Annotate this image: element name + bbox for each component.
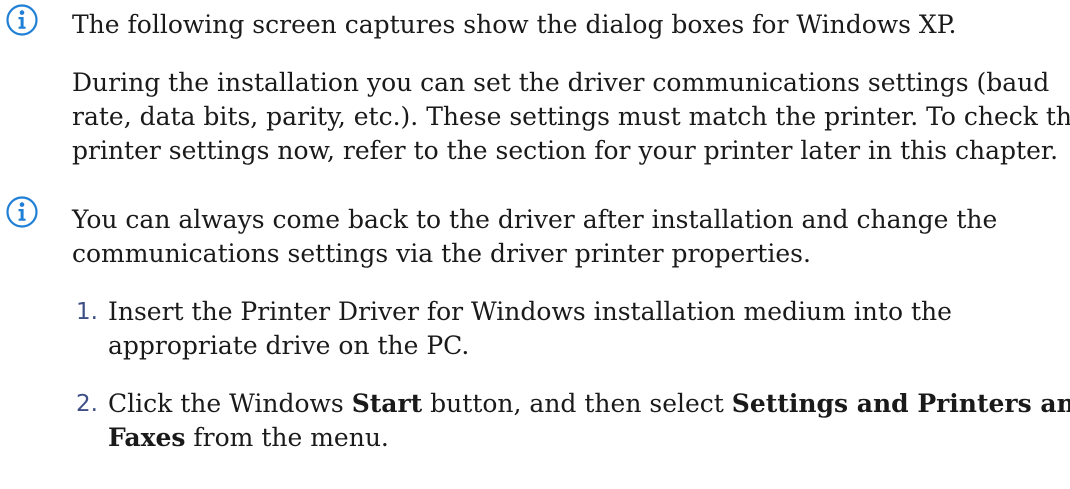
note-text: communications settings via the driver p… [72, 239, 811, 268]
note-text: The following screen captures show the d… [72, 10, 957, 39]
paragraph-line: During the installation you can set the … [72, 68, 1050, 97]
faxes-keyword: Faxes [108, 423, 186, 452]
start-keyword: Start [351, 389, 423, 418]
note-text: You can always come back to the driver a… [72, 205, 998, 234]
paragraph-line: rate, data bits, parity, etc.). These se… [72, 102, 1070, 131]
info-icon [6, 196, 38, 228]
info-icon [6, 4, 38, 36]
settings-keyword: Settings and Printers and [731, 389, 1070, 418]
step-text: Insert the Printer Driver for Windows in… [108, 297, 952, 326]
step-number: 2. [76, 391, 98, 417]
step-text: appropriate drive on the PC. [108, 331, 470, 360]
step-number: 1. [76, 299, 98, 325]
step-text: Faxes from the menu. [108, 423, 389, 452]
step-text: Click the Windows Start button, and then… [108, 387, 1070, 421]
paragraph-line: printer settings now, refer to the secti… [72, 136, 1059, 165]
